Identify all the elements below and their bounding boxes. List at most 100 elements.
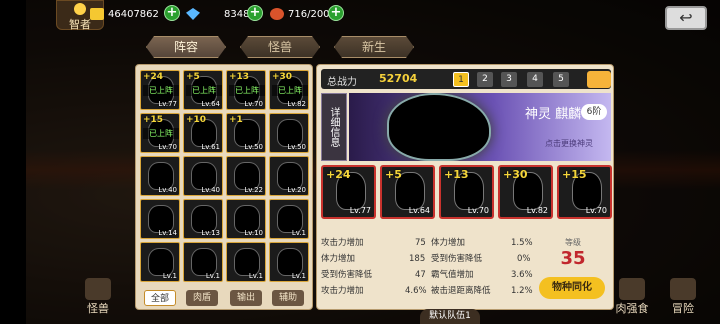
stat-value: 185	[409, 254, 426, 264]
stat-label: 体力增加	[431, 238, 466, 248]
stat-label: 体力增加	[321, 254, 356, 264]
team-panel: 总战力 52704 1 2 3 4 5 详细信息 神灵 麒麟 6阶 点击更换神灵…	[316, 64, 614, 310]
level-value: 35	[560, 248, 586, 269]
tab-lineup[interactable]: 阵容	[146, 36, 226, 58]
roster-card[interactable]: Lv.1	[183, 242, 223, 282]
back-button[interactable]: ↩	[665, 6, 707, 30]
share-icon[interactable]	[587, 71, 611, 88]
roster-card[interactable]: Lv.1	[140, 242, 180, 282]
star-bonus: +24	[326, 168, 351, 181]
roster-card[interactable]: Lv.40	[183, 156, 223, 196]
add-gold-button[interactable]: +	[164, 5, 180, 21]
star-bonus: +30	[503, 168, 528, 181]
team-page-1[interactable]: 1	[453, 72, 469, 87]
monster-level: Lv.70	[585, 206, 607, 215]
filter-dps-button[interactable]: 输出	[230, 290, 262, 306]
gold-value: 46407862	[108, 9, 159, 20]
back-arrow-icon: ↩	[679, 8, 693, 27]
team-slot[interactable]: +15 Lv.70	[557, 165, 612, 219]
monster-level: Lv.82	[287, 100, 306, 108]
roster-card[interactable]: +24 已上阵 Lv.77	[140, 70, 180, 110]
stat-value: 47	[415, 270, 426, 280]
star-bonus: +15	[143, 115, 164, 125]
deployed-tag: 已上阵	[229, 85, 265, 96]
monster-level: Lv.40	[201, 186, 220, 194]
filter-all-button[interactable]: 全部	[144, 290, 176, 306]
stat-value: 75	[415, 238, 426, 248]
nav-monster[interactable]: 怪兽	[84, 278, 112, 316]
guardian-banner[interactable]: 神灵 麒麟 6阶 点击更换神灵	[349, 93, 611, 161]
roster-card[interactable]: +30 已上阵 Lv.82	[269, 70, 309, 110]
roster-card[interactable]: +10 Lv.61	[183, 113, 223, 153]
stat-value: 0%	[517, 254, 531, 264]
roster-card[interactable]: Lv.50	[269, 113, 309, 153]
filter-tank-button[interactable]: 肉盾	[186, 290, 218, 306]
tab-monsters[interactable]: 怪兽	[240, 36, 320, 58]
deployed-tag: 已上阵	[143, 128, 179, 139]
gem-counter: 8348	[186, 6, 249, 24]
deployed-tag: 已上阵	[186, 85, 222, 96]
monster-level: Lv.20	[287, 186, 306, 194]
stat-row: 攻击力增加 75 体力增加 1.5%	[321, 235, 543, 251]
deployed-tag: 已上阵	[272, 85, 308, 96]
roster-card[interactable]: +15 已上阵 Lv.70	[140, 113, 180, 153]
detail-info-button[interactable]: 详细信息	[321, 93, 347, 161]
roster-card[interactable]: Lv.1	[269, 242, 309, 282]
nav-adventure[interactable]: 冒险	[668, 278, 698, 316]
stat-label: 受到伤害降低	[431, 254, 483, 264]
power-label: 总战力	[327, 77, 357, 88]
roster-card[interactable]: Lv.40	[140, 156, 180, 196]
monster-level: Lv.22	[244, 186, 263, 194]
monster-level: Lv.10	[244, 229, 263, 237]
deployed-tag: 已上阵	[143, 85, 179, 96]
monster-level: Lv.14	[158, 229, 177, 237]
guardian-silhouette	[389, 95, 489, 159]
team-name-tab[interactable]: 默认队伍1	[420, 309, 480, 324]
stat-value: 1.2%	[511, 286, 533, 296]
team-slot[interactable]: +24 Lv.77	[321, 165, 376, 219]
roster-grid: +24 已上阵 Lv.77 +5 已上阵 Lv.64 +13 已上阵 Lv.70 +30 已上阵 Lv…	[140, 70, 309, 282]
filter-support-button[interactable]: 辅助	[272, 290, 304, 306]
roster-card[interactable]: +13 已上阵 Lv.70	[226, 70, 266, 110]
team-slot[interactable]: +30 Lv.82	[498, 165, 553, 219]
team-page-5[interactable]: 5	[553, 72, 569, 87]
species-assimilate-button[interactable]: 物种同化	[539, 277, 605, 299]
roster-card[interactable]: Lv.1	[226, 242, 266, 282]
star-bonus: +13	[229, 72, 250, 82]
roster-card[interactable]: Lv.10	[226, 199, 266, 239]
change-guardian-hint: 点击更换神灵	[545, 139, 593, 148]
nav-label: 冒险	[672, 302, 694, 315]
roster-card[interactable]: Lv.22	[226, 156, 266, 196]
monster-level: Lv.1	[291, 272, 306, 280]
roster-card[interactable]: +5 已上阵 Lv.64	[183, 70, 223, 110]
team-page-3[interactable]: 3	[501, 72, 517, 87]
nav-predation[interactable]: 肉强食	[614, 278, 650, 316]
monster-level: Lv.61	[201, 143, 220, 151]
roster-card[interactable]: Lv.1	[269, 199, 309, 239]
roster-card[interactable]: Lv.14	[140, 199, 180, 239]
gold-icon	[90, 8, 104, 20]
add-gem-button[interactable]: +	[247, 5, 263, 21]
stamina-value: 716/200	[288, 9, 330, 20]
tab-reborn[interactable]: 新生	[334, 36, 414, 58]
monster-icon	[85, 278, 111, 300]
team-page-4[interactable]: 4	[527, 72, 543, 87]
monster-level: Lv.70	[158, 143, 177, 151]
team-slot[interactable]: +13 Lv.70	[439, 165, 494, 219]
monster-level: Lv.64	[201, 100, 220, 108]
team-page-2[interactable]: 2	[477, 72, 493, 87]
monster-level: Lv.50	[287, 143, 306, 151]
guardian-tier-badge: 6阶	[581, 104, 607, 120]
level-badge: 等级 35	[541, 237, 605, 277]
add-stamina-button[interactable]: +	[328, 5, 344, 21]
monster-level: Lv.70	[244, 100, 263, 108]
fang-icon	[619, 278, 645, 300]
team-slot[interactable]: +5 Lv.64	[380, 165, 435, 219]
screen-edge	[0, 0, 26, 324]
roster-card[interactable]: +1 Lv.50	[226, 113, 266, 153]
monster-level: Lv.50	[244, 143, 263, 151]
star-bonus: +1	[229, 115, 243, 125]
top-bar: 智者 46407862 + 8348 + 716/200 +	[26, 0, 720, 31]
roster-card[interactable]: Lv.13	[183, 199, 223, 239]
roster-card[interactable]: Lv.20	[269, 156, 309, 196]
